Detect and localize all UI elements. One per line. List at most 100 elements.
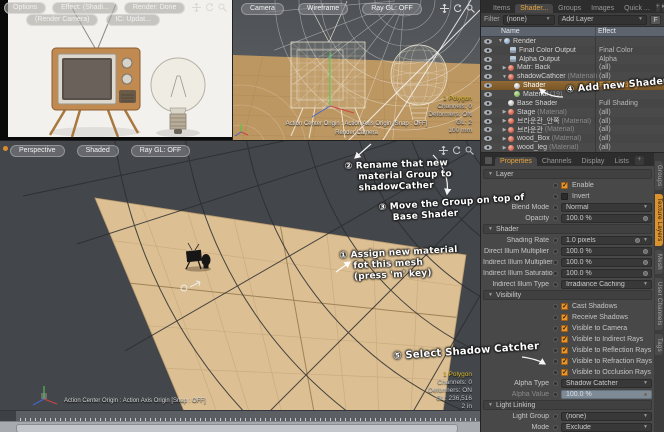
mini-slider-icon[interactable] [635, 238, 640, 243]
blend-mode-dropdown[interactable]: Normal ▼ [561, 203, 652, 212]
channel-dot-icon[interactable] [553, 260, 558, 265]
tab-images[interactable]: Images [586, 4, 619, 13]
filter-dropdown[interactable]: (none) ▼ [503, 15, 555, 25]
visible-to-refraction-checkbox[interactable] [561, 358, 568, 365]
indirect-saturation-input[interactable]: 100.0 % [561, 269, 652, 278]
tab-channels[interactable]: Channels [537, 157, 577, 166]
expand-arrow-icon[interactable]: ▶ [501, 145, 508, 151]
layer-effect[interactable]: (all) [599, 73, 611, 80]
tree-row-shader-selected[interactable]: Shader Full Shading [481, 81, 664, 90]
pan-icon[interactable] [440, 4, 449, 13]
perspective-mode-button[interactable]: Perspective [10, 145, 65, 157]
side-tab-texture-layers[interactable]: Texture Layers [655, 194, 663, 246]
filter-f-button[interactable]: F [650, 15, 661, 25]
enable-checkbox[interactable] [561, 182, 568, 189]
panel-grip-icon[interactable] [485, 157, 492, 164]
expand-arrow-icon[interactable]: ▶ [501, 109, 508, 115]
visibility-eye-icon[interactable] [484, 65, 492, 70]
shaded-mode-button[interactable]: Shaded [77, 145, 119, 157]
tab-shader[interactable]: Shader... [515, 4, 553, 13]
shading-rate-input[interactable]: 1.0 pixels ▼ [561, 236, 652, 245]
tree-row-base-shader[interactable]: Base Shader Full Shading [481, 99, 664, 108]
tree-row-alpha-output[interactable]: Alpha Output Alpha [481, 55, 664, 64]
receive-shadows-checkbox[interactable] [561, 314, 568, 321]
render-camera-button[interactable]: (Render Camera) [26, 14, 98, 26]
channel-dot-icon[interactable] [553, 348, 558, 353]
side-tab-tags[interactable]: Tags [655, 334, 663, 356]
expand-arrow-icon[interactable]: ▶ [501, 127, 508, 133]
add-layer-dropdown[interactable]: Add Layer ▼ [558, 15, 647, 25]
render-preview-pane[interactable]: Options Effect: (Shadi... Render: Done (… [0, 0, 232, 140]
tab-groups[interactable]: Groups [553, 4, 586, 13]
zoom-icon[interactable] [218, 3, 227, 12]
tree-row-wood-leg[interactable]: ▶ wood_leg (Material) (all) [481, 143, 664, 152]
layer-effect[interactable]: Full Shading [599, 82, 638, 89]
visibility-eye-icon[interactable] [484, 92, 492, 97]
channel-dot-icon[interactable] [553, 337, 558, 342]
visibility-eye-icon[interactable] [484, 48, 492, 53]
channel-dot-icon[interactable] [553, 359, 558, 364]
expand-arrow-icon[interactable]: ▼ [501, 74, 508, 80]
pan-icon[interactable] [192, 3, 201, 12]
timeline-scrollbar[interactable] [0, 421, 480, 432]
tree-row-stage[interactable]: ▶ Stage (Material) (all) [481, 108, 664, 117]
visibility-eye-icon[interactable] [484, 39, 492, 44]
expand-arrow-icon[interactable]: ▶ [501, 65, 508, 71]
shader-section-header[interactable]: ▼ Shader [483, 224, 652, 234]
cast-shadows-checkbox[interactable] [561, 303, 568, 310]
mode-dropdown[interactable]: Exclude ▼ [561, 423, 652, 432]
tree-row-matr-back[interactable]: ▶ Matr: Back (all) [481, 64, 664, 73]
camera-wireframe-viewport[interactable]: Camera Wireframe Ray GL: OFF Action Cent… [232, 0, 480, 140]
tab-quick[interactable]: Quick ... [619, 4, 655, 13]
wireframe-mode-button[interactable]: Wireframe [298, 3, 348, 15]
layer-effect[interactable]: Alpha [599, 56, 617, 63]
light-group-dropdown[interactable]: (none) ▼ [561, 412, 652, 421]
raygl-button[interactable]: Ray GL: OFF [131, 145, 191, 157]
mini-slider-icon[interactable] [643, 271, 648, 276]
channel-dot-icon[interactable] [553, 326, 558, 331]
viewport-thumb-widget[interactable] [3, 146, 8, 151]
perspective-viewport[interactable]: Perspective Shaded Ray GL: OFF Action Ce… [0, 140, 480, 410]
channel-dot-icon[interactable] [553, 271, 558, 276]
tree-row-braunkwan-inner[interactable]: ▶ 브라운관_안쪽 (Material) (all) [481, 117, 664, 126]
tab-properties[interactable]: Properties [495, 157, 537, 166]
channel-dot-icon[interactable] [553, 315, 558, 320]
channel-dot-icon[interactable] [553, 304, 558, 309]
invert-checkbox[interactable] [561, 193, 568, 200]
channel-dot-icon[interactable] [553, 425, 558, 430]
layer-effect[interactable]: (all) [599, 118, 611, 125]
side-tab-mesh[interactable]: Mesh [655, 250, 663, 274]
tree-row-material[interactable]: Material (19) [481, 90, 664, 99]
mini-slider-icon[interactable] [643, 249, 648, 254]
alpha-type-dropdown[interactable]: Shadow Catcher ▼ [561, 379, 652, 388]
layer-effect[interactable]: (all) [599, 126, 611, 133]
layer-effect[interactable]: (all) [599, 109, 611, 116]
channel-dot-icon[interactable] [553, 183, 558, 188]
layer-section-header[interactable]: ▼ Layer [483, 169, 652, 179]
channel-dot-icon[interactable] [553, 282, 558, 287]
layer-effect[interactable]: (all) [599, 64, 611, 71]
visibility-eye-icon[interactable] [484, 74, 492, 79]
channel-dot-icon[interactable] [553, 194, 558, 199]
tree-row-final-color-output[interactable]: Final Color Output Final Color [481, 46, 664, 55]
visible-to-occlusion-checkbox[interactable] [561, 369, 568, 376]
side-tab-user-channels[interactable]: User Channels [655, 278, 663, 330]
layer-effect[interactable]: (all) [599, 144, 611, 151]
layer-effect[interactable]: (all) [599, 135, 611, 142]
visible-to-camera-checkbox[interactable] [561, 325, 568, 332]
pan-icon[interactable] [439, 146, 448, 155]
visibility-section-header[interactable]: ▼ Visibility [483, 290, 652, 300]
add-tab-icon[interactable]: + [635, 156, 644, 165]
indirect-illum-input[interactable]: 100.0 % [561, 258, 652, 267]
channel-dot-icon[interactable] [553, 392, 558, 397]
visible-to-reflection-checkbox[interactable] [561, 347, 568, 354]
visible-to-indirect-checkbox[interactable] [561, 336, 568, 343]
tree-row-braunkwan[interactable]: ▶ 브라운관 (Material) (all) [481, 125, 664, 134]
zoom-icon[interactable] [466, 4, 475, 13]
rotate-icon[interactable] [453, 4, 462, 13]
visibility-eye-icon[interactable] [484, 145, 492, 150]
timeline-ruler[interactable] [0, 410, 480, 421]
ic-update-button[interactable]: IC: Updat... [106, 14, 159, 26]
tree-row-shadowcatcher-group[interactable]: ▼ shadowCathcer (Material) (all) [481, 72, 664, 81]
tab-display[interactable]: Display [576, 157, 609, 166]
